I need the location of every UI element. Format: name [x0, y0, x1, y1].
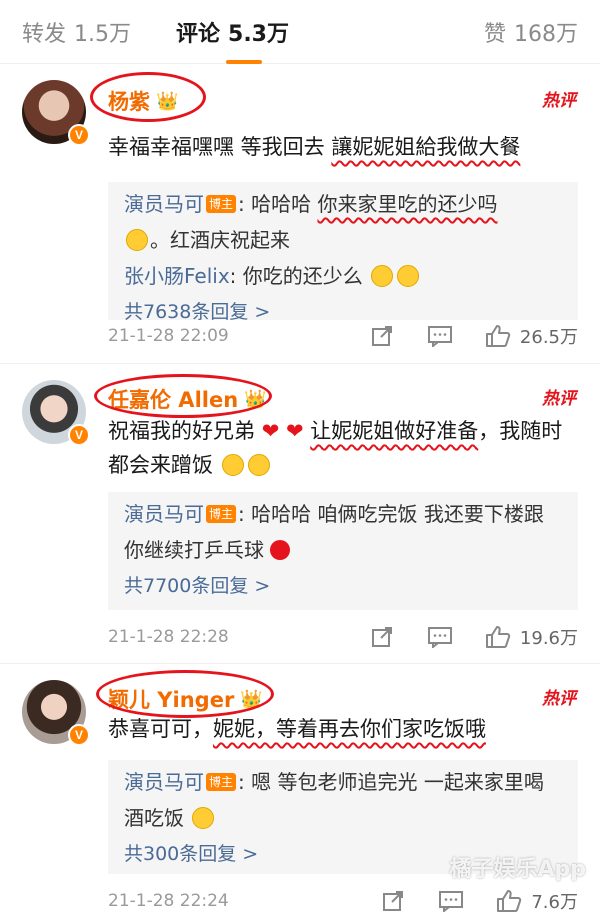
share-icon[interactable] — [379, 889, 407, 913]
tab-bar: 转发 1.5万 评论 5.3万 赞 168万 — [0, 0, 600, 64]
like-count: 19.6万 — [519, 628, 578, 649]
reply-line: 张小肠Felix: 你吃的还少么 — [124, 258, 562, 294]
reply-user[interactable]: 演员马可 — [124, 770, 204, 794]
reply-user[interactable]: 张小肠Felix — [124, 264, 230, 288]
reply-line: 演员马可 博主: 哈哈哈 你来家里吃的还少吗 — [124, 186, 562, 222]
reply-text-cont: 。红酒庆祝起来 — [150, 228, 290, 252]
verified-icon: V — [68, 724, 90, 746]
host-badge: 博主 — [206, 505, 237, 523]
host-badge: 博主 — [206, 195, 237, 213]
tab-comments-count: 5.3万 — [228, 21, 289, 47]
annotation-circle — [94, 374, 272, 418]
tab-likes-label: 赞 — [483, 21, 506, 47]
grin-emoji — [192, 807, 215, 829]
grin-emoji — [126, 229, 148, 251]
comment-time: 21-1-28 22:09 — [108, 326, 229, 346]
tab-likes-count: 168万 — [514, 21, 578, 47]
comment-time: 21-1-28 22:24 — [108, 891, 229, 911]
comment-time: 21-1-28 22:28 — [108, 627, 229, 647]
reply-user[interactable]: 演员马可 — [124, 192, 204, 216]
comment-icon[interactable] — [426, 324, 454, 348]
like-count: 26.5万 — [519, 327, 578, 348]
comment-text-plain: 祝福我的好兄弟 — [108, 419, 262, 443]
comment-meta-row: 21-1-28 22:09 26.5万 — [108, 323, 578, 349]
tab-repost-label: 转发 — [22, 21, 67, 47]
reply-line: 演员马可 博主: 嗯 等包老师追完光 一起来家里喝酒吃饭 — [124, 764, 562, 836]
comment-text: 恭喜可可，妮妮，等着再去你们家吃饭哦 — [108, 712, 580, 746]
reply-text-highlight: 你来家里吃的还少吗 — [317, 192, 498, 216]
comment-text-plain: 幸福幸福嘿嘿 等我回去 — [108, 135, 332, 159]
comment-text: 幸福幸福嘿嘿 等我回去 讓妮妮姐給我做大餐 — [108, 130, 580, 164]
comment-text-plain: 恭喜可可， — [108, 717, 213, 741]
heart-emoji: ❤ ❤ — [261, 419, 304, 443]
hot-comment-tag: 热评 — [542, 689, 576, 709]
tab-comments-label: 评论 — [176, 21, 221, 47]
comment-item: V 杨紫 👑 热评 幸福幸福嘿嘿 等我回去 讓妮妮姐給我做大餐 演员马可 博主: … — [0, 64, 600, 364]
reply-box[interactable]: 演员马可 博主: 哈哈哈 你来家里吃的还少吗 。红酒庆祝起来 张小肠Felix: … — [108, 182, 578, 323]
tab-repost[interactable]: 转发 1.5万 — [22, 16, 152, 48]
comment-text-highlight: 妮妮，等着再去你们家吃饭哦 — [213, 717, 486, 741]
reply-line-cont: 。红酒庆祝起来 — [124, 222, 562, 258]
comment-icon[interactable] — [437, 889, 465, 913]
host-badge: 博主 — [206, 773, 237, 791]
ping-pong-emoji — [270, 540, 291, 560]
reply-text: : 你吃的还少么 — [229, 264, 363, 288]
like-icon[interactable] — [484, 324, 512, 348]
comment-meta-row: 21-1-28 22:28 19.6万 — [108, 624, 578, 650]
like-count: 7.6万 — [531, 892, 578, 913]
verified-icon: V — [68, 124, 90, 146]
hot-comment-tag: 热评 — [542, 389, 576, 409]
reply-user[interactable]: 演员马可 — [124, 502, 204, 526]
comment-icon[interactable] — [426, 625, 454, 649]
annotation-circle — [96, 670, 274, 718]
avatar[interactable]: V — [22, 80, 90, 146]
grin-emoji — [371, 265, 394, 287]
hot-comment-tag: 热评 — [542, 91, 576, 111]
grin-emoji — [247, 454, 270, 476]
comment-item: V 颖儿 Yinger 👑 热评 恭喜可可，妮妮，等着再去你们家吃饭哦 演员马可… — [0, 663, 600, 917]
share-icon[interactable] — [368, 324, 396, 348]
comment-item: V 任嘉伦 Allen 👑 热评 祝福我的好兄弟 ❤ ❤ 让妮妮姐做好准备，我随… — [0, 363, 600, 663]
tab-repost-count: 1.5万 — [74, 21, 132, 47]
comment-text: 祝福我的好兄弟 ❤ ❤ 让妮妮姐做好准备，我随时都会来蹭饭 — [108, 414, 580, 482]
comment-meta-row: 21-1-28 22:24 7.6万 — [108, 888, 578, 914]
avatar[interactable]: V — [22, 380, 90, 446]
watermark: 橘子娱乐App — [449, 857, 586, 882]
active-tab-indicator — [226, 59, 262, 64]
comment-text-highlight: 讓妮妮姐給我做大餐 — [331, 135, 521, 159]
view-all-replies-link[interactable]: 共7700条回复 > — [124, 568, 562, 604]
like-icon[interactable] — [484, 625, 512, 649]
verified-icon: V — [68, 424, 90, 446]
comment-text-highlight: 让妮妮姐做好准备 — [310, 419, 479, 443]
avatar[interactable]: V — [22, 680, 90, 746]
annotation-circle — [90, 72, 206, 122]
grin-emoji — [397, 265, 420, 287]
like-icon[interactable] — [495, 889, 523, 913]
share-icon[interactable] — [368, 625, 396, 649]
tab-comments[interactable]: 评论 5.3万 — [176, 16, 289, 64]
grin-emoji — [221, 454, 244, 476]
tab-likes[interactable]: 赞 168万 — [484, 16, 578, 48]
reply-line: 演员马可 博主: 哈哈哈 咱俩吃完饭 我还要下楼跟你继续打乒乓球 — [124, 496, 562, 568]
reply-text: : 哈哈哈 — [238, 192, 318, 216]
reply-box[interactable]: 演员马可 博主: 哈哈哈 咱俩吃完饭 我还要下楼跟你继续打乒乓球 共7700条回复… — [108, 492, 578, 610]
